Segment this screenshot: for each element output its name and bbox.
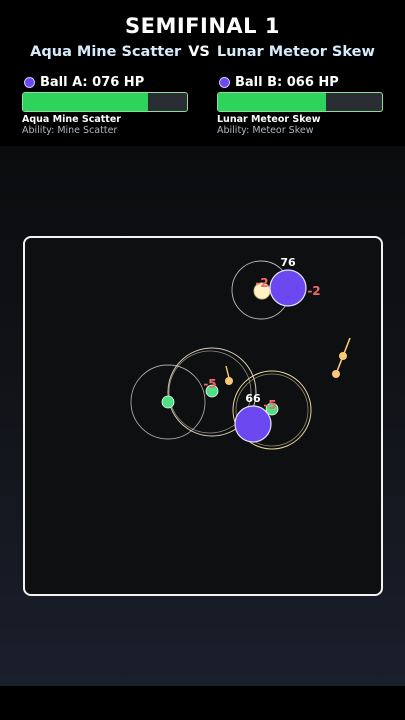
ball-a-name: Aqua Mine Scatter	[22, 114, 121, 125]
meteor	[225, 377, 233, 385]
ball-a-ability: Ability: Mine Scatter	[22, 125, 118, 136]
match-title: SEMIFINAL 1	[125, 14, 280, 38]
ball-a-panel: Ball A: 076 HP Aqua Mine Scatter Ability…	[22, 74, 188, 136]
ball-b-icon	[219, 76, 230, 88]
arena: 76 66 -2 -2 -5 -5	[23, 236, 383, 596]
meteor	[339, 352, 347, 360]
ball-b-hp-text: 66	[245, 392, 261, 405]
ball-b-hp-row: Ball B: 066 HP	[217, 74, 383, 90]
ball-a-hp-text: 76	[280, 256, 296, 269]
mine	[161, 395, 175, 409]
match-header: SEMIFINAL 1 Aqua Mine Scatter VS Lunar Met…	[0, 0, 405, 146]
damage-popup: -2	[255, 276, 268, 290]
ball-b-name: Lunar Meteor Skew	[217, 114, 321, 125]
ball-b-ability: Ability: Meteor Skew	[217, 125, 314, 136]
ball-a-icon	[24, 76, 35, 88]
meteor	[332, 370, 340, 378]
ball-a-hp-row: Ball A: 076 HP	[22, 74, 188, 90]
damage-popup: -5	[263, 398, 276, 412]
ball-b-hp-label: Ball B: 066 HP	[235, 74, 339, 90]
arena-canvas: 76 66 -2 -2 -5 -5	[130, 256, 351, 450]
left-fighter-name: Aqua Mine Scatter	[30, 44, 182, 60]
vs-label: VS	[188, 44, 210, 60]
matchup-line: Aqua Mine Scatter VS Lunar Meteor Skew	[0, 44, 405, 60]
ball-b-hp-fill	[218, 93, 327, 111]
right-fighter-name: Lunar Meteor Skew	[216, 44, 375, 60]
ball-a-hp-label: Ball A: 076 HP	[40, 74, 145, 90]
bottom-bar	[0, 686, 405, 720]
damage-popup: -2	[307, 284, 320, 298]
ball-a	[269, 269, 307, 307]
ball-b-hp-bar	[217, 92, 383, 112]
damage-popup: -5	[203, 377, 216, 391]
ball-a-hp-bar	[22, 92, 188, 112]
ball-b-panel: Ball B: 066 HP Lunar Meteor Skew Ability…	[217, 74, 383, 136]
ball-a-hp-fill	[23, 93, 148, 111]
